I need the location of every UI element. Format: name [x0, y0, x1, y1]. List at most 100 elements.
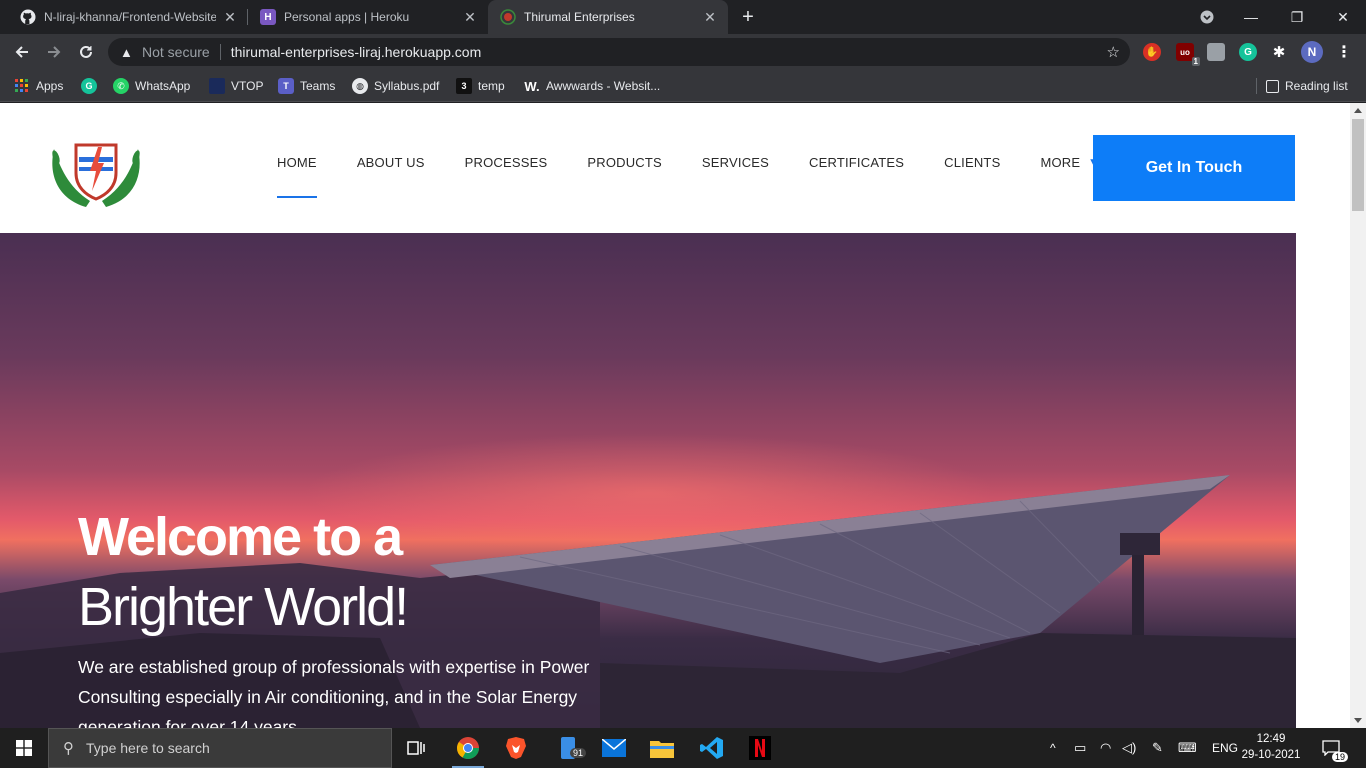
volume-icon[interactable]: ◁) — [1122, 728, 1136, 768]
close-icon[interactable]: ✕ — [462, 9, 478, 25]
notification-center-button[interactable]: 19 — [1322, 728, 1349, 768]
reading-list-button[interactable]: Reading list — [1266, 76, 1348, 96]
site-header: HOME ABOUT US PROCESSES PRODUCTS SERVICE… — [0, 103, 1350, 233]
bookmark-apps[interactable]: Apps — [14, 76, 63, 96]
teams-icon: T — [278, 78, 294, 94]
taskbar-vscode[interactable] — [690, 728, 734, 768]
ublock-badge: 1 — [1191, 57, 1200, 66]
temp-icon: 3 — [456, 78, 472, 94]
taskbar-netflix[interactable] — [738, 728, 782, 768]
taskbar-mail[interactable] — [592, 728, 636, 768]
bookmark-vtop[interactable]: VTOP — [209, 76, 263, 96]
tab-strip: N-liraj-khanna/Frontend-Website ✕ H Pers… — [0, 0, 1366, 34]
nav-certificates[interactable]: CERTIFICATES — [809, 155, 904, 170]
back-arrow-icon — [15, 46, 28, 58]
back-button[interactable] — [8, 38, 36, 66]
nav-more-label: MORE — [1040, 155, 1081, 170]
nav-clients[interactable]: CLIENTS — [944, 155, 1000, 170]
warning-icon[interactable]: ▲ — [120, 45, 136, 60]
taskbar-brave[interactable] — [494, 728, 538, 768]
tab-title: Thirumal Enterprises — [524, 10, 635, 24]
taskbar-store[interactable]: 91 — [546, 728, 590, 768]
tab-title: Personal apps | Heroku — [284, 10, 410, 24]
new-tab-button[interactable]: + — [737, 6, 759, 28]
bookmark-awwwards[interactable]: W. Awwwards - Websit... — [524, 76, 660, 96]
scrollbar-thumb[interactable] — [1352, 119, 1364, 211]
clock[interactable]: 12:49 29-10-2021 — [1240, 731, 1302, 763]
forward-arrow-icon — [48, 46, 61, 58]
reload-button[interactable] — [72, 38, 100, 66]
store-badge: 91 — [570, 748, 587, 758]
security-label[interactable]: Not secure — [142, 44, 210, 60]
scroll-down-icon[interactable] — [1354, 718, 1362, 723]
brave-icon — [506, 737, 526, 759]
globe-icon: ◍ — [352, 78, 368, 94]
menu-icon[interactable]: ⋮ — [1335, 43, 1353, 61]
address-bar[interactable]: ▲ Not secure thirumal-enterprises-liraj.… — [108, 38, 1130, 66]
maximize-button[interactable]: ❐ — [1274, 0, 1320, 34]
tab-github[interactable]: N-liraj-khanna/Frontend-Website ✕ — [8, 0, 248, 34]
extension-icon[interactable] — [1207, 43, 1225, 61]
netflix-icon — [749, 736, 771, 760]
minimize-button[interactable]: — — [1228, 0, 1274, 34]
battery-icon[interactable]: ▭ — [1074, 728, 1086, 768]
page-scrollbar[interactable] — [1350, 103, 1366, 728]
browser-toolbar: ▲ Not secure thirumal-enterprises-liraj.… — [0, 34, 1366, 70]
tab-search-button[interactable] — [1184, 0, 1230, 34]
windows-icon — [16, 740, 32, 756]
keyboard-icon[interactable]: ⌨ — [1178, 728, 1197, 768]
tab-thirumal[interactable]: Thirumal Enterprises ✕ — [488, 0, 728, 34]
bookmark-whatsapp[interactable]: ✆ WhatsApp — [113, 76, 190, 96]
reading-list-label: Reading list — [1285, 79, 1348, 93]
scroll-up-icon[interactable] — [1354, 108, 1362, 113]
site-logo-icon — [500, 9, 516, 25]
language-indicator[interactable]: ENG — [1212, 728, 1238, 768]
bookmark-label: Apps — [36, 79, 64, 93]
nav-products[interactable]: PRODUCTS — [587, 155, 662, 170]
url-text[interactable]: thirumal-enterprises-liraj.herokuapp.com — [231, 44, 482, 60]
nav-home[interactable]: HOME — [277, 155, 317, 198]
nav-processes[interactable]: PROCESSES — [465, 155, 548, 170]
nav-services[interactable]: SERVICES — [702, 155, 769, 170]
divider — [219, 44, 221, 60]
close-window-button[interactable]: ✕ — [1320, 0, 1366, 34]
search-icon: ⚲ — [63, 740, 74, 757]
search-placeholder: Type here to search — [86, 740, 210, 756]
chrome-icon — [457, 737, 479, 759]
profile-avatar[interactable]: N — [1301, 41, 1323, 63]
nav-about-us[interactable]: ABOUT US — [357, 155, 425, 170]
grammarly-icon: G — [81, 78, 97, 94]
heroku-icon: H — [260, 9, 276, 25]
close-icon[interactable]: ✕ — [222, 9, 238, 25]
taskbar-file-explorer[interactable] — [640, 728, 684, 768]
start-button[interactable] — [0, 728, 48, 768]
taskbar-search[interactable]: ⚲ Type here to search — [48, 728, 392, 768]
close-icon[interactable]: ✕ — [702, 9, 718, 25]
forward-button[interactable] — [40, 38, 68, 66]
apps-grid-icon — [14, 78, 30, 94]
puzzle-icon[interactable]: ✱ — [1270, 43, 1288, 61]
bookmark-syllabus[interactable]: ◍ Syllabus.pdf — [352, 76, 439, 96]
task-view-button[interactable] — [394, 728, 438, 768]
bookmark-label: temp — [478, 79, 505, 93]
grammarly-icon[interactable]: G — [1239, 43, 1257, 61]
bookmark-label: Teams — [300, 79, 336, 93]
show-hidden-icons[interactable]: ^ — [1050, 728, 1056, 768]
company-logo[interactable] — [46, 127, 146, 211]
bookmark-grammarly[interactable]: G — [81, 76, 103, 96]
web-page: HOME ABOUT US PROCESSES PRODUCTS SERVICE… — [0, 103, 1350, 728]
bookmark-star-icon[interactable]: ☆ — [1107, 43, 1120, 61]
pen-icon[interactable]: ✎ — [1152, 728, 1163, 768]
nav-more[interactable]: MORE ▼ — [1040, 155, 1098, 170]
ublock-icon[interactable]: uo 1 — [1176, 43, 1200, 66]
vscode-icon — [700, 737, 723, 759]
bookmark-temp[interactable]: 3 temp — [456, 76, 505, 96]
wifi-icon[interactable]: ◠ — [1100, 728, 1111, 768]
adblock-icon[interactable]: ✋ — [1143, 43, 1161, 61]
tab-heroku[interactable]: H Personal apps | Heroku ✕ — [248, 0, 488, 34]
notification-count: 19 — [1332, 752, 1349, 762]
bookmark-teams[interactable]: T Teams — [278, 76, 335, 96]
taskbar-chrome[interactable] — [446, 728, 490, 768]
main-nav: HOME ABOUT US PROCESSES PRODUCTS SERVICE… — [277, 155, 1138, 198]
get-in-touch-button[interactable]: Get In Touch — [1093, 135, 1295, 201]
